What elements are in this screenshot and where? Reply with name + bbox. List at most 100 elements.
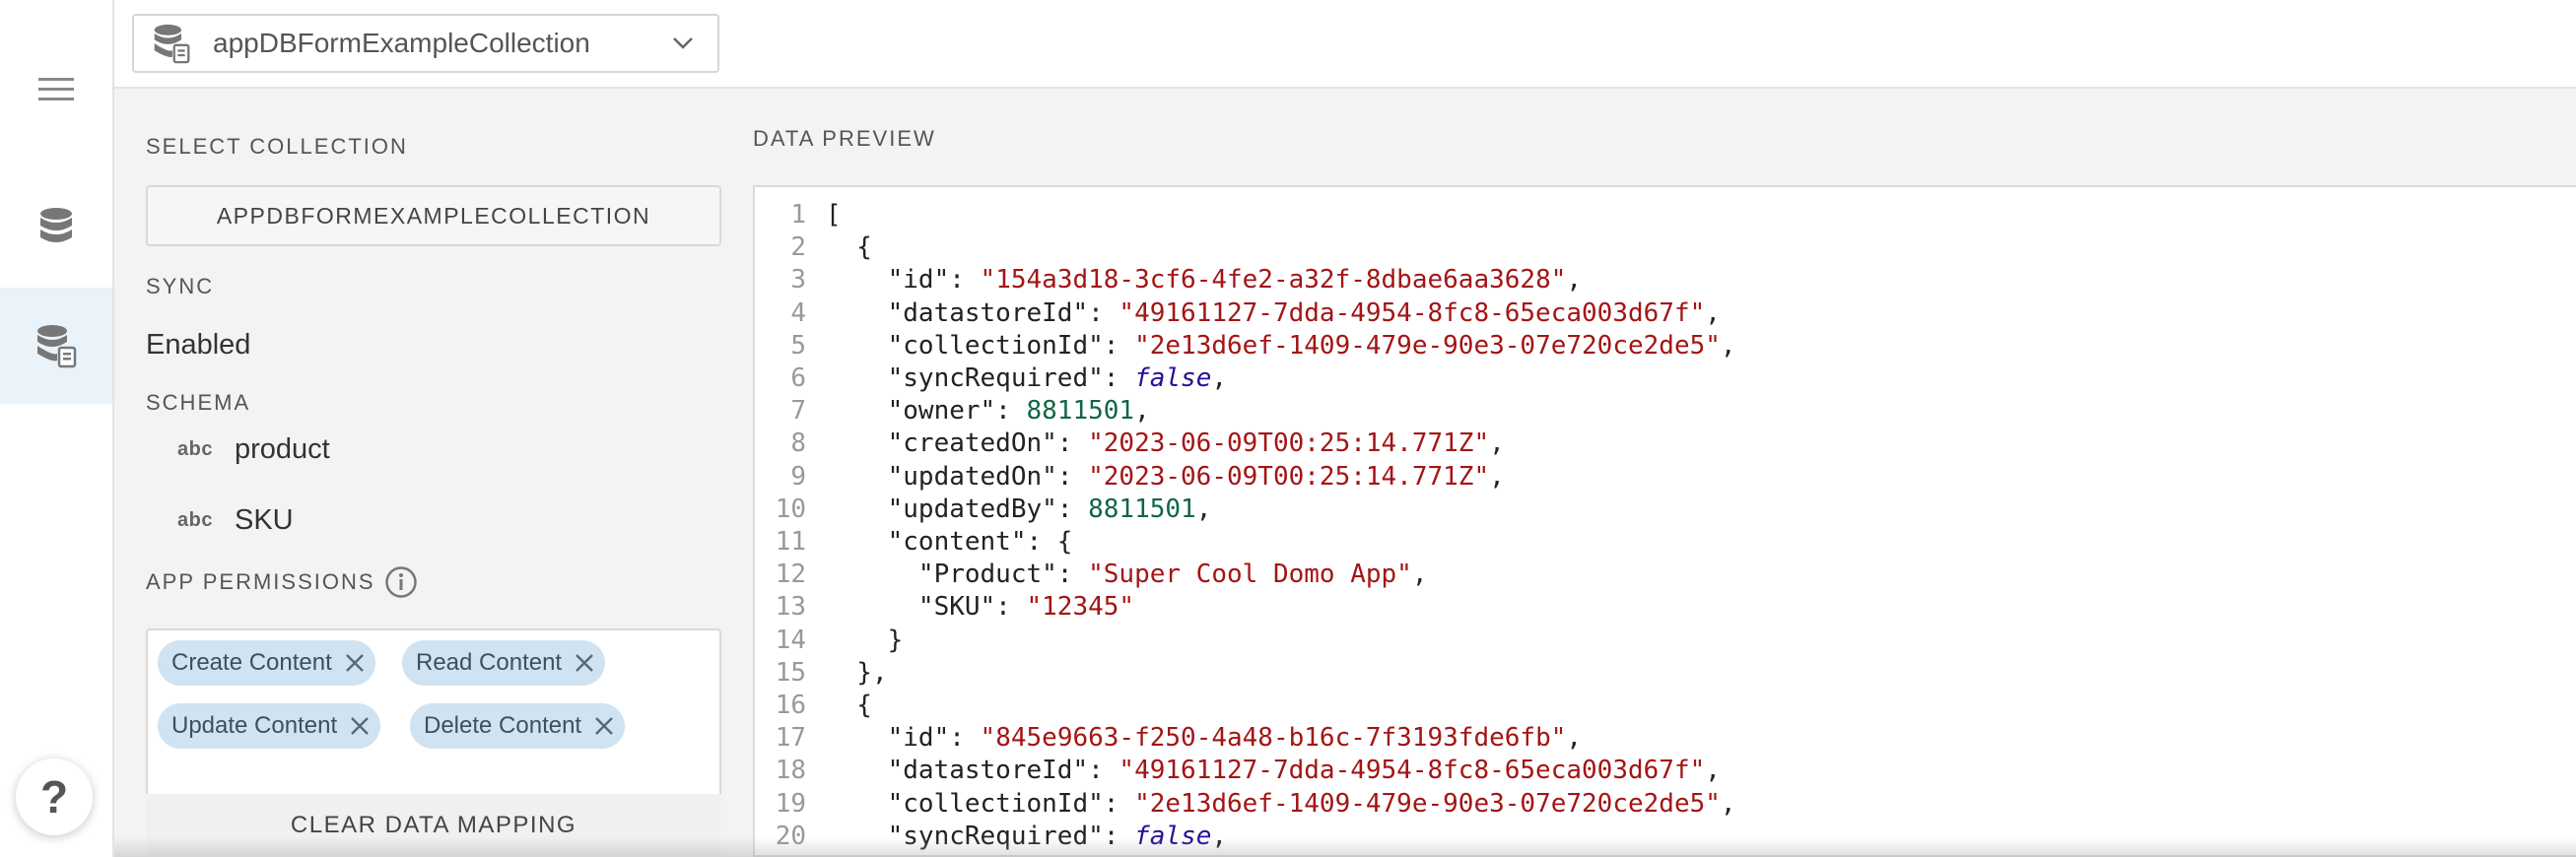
code-token: { bbox=[826, 232, 872, 263]
code-token: "2023-06-09T00:25:14.771Z" bbox=[1088, 428, 1490, 459]
line-number: 2 bbox=[790, 232, 806, 263]
data-preview-label: DATA PREVIEW bbox=[753, 126, 936, 151]
close-icon[interactable] bbox=[344, 652, 366, 674]
code-token: "845e9663-f250-4a48-b16c-7f3193fde6fb" bbox=[980, 723, 1567, 754]
code-token: , bbox=[1705, 756, 1721, 786]
code-token: [ bbox=[826, 200, 842, 230]
permission-chip: Delete Content bbox=[410, 703, 626, 749]
code-token: "syncRequired": bbox=[826, 363, 1135, 393]
line-number: 6 bbox=[790, 363, 806, 393]
code-token: } bbox=[826, 625, 904, 655]
help-button[interactable]: ? bbox=[16, 758, 93, 835]
code-line: 15 }, bbox=[755, 657, 888, 690]
line-code: "content": { bbox=[806, 526, 1073, 559]
datastore-icon[interactable] bbox=[0, 169, 112, 286]
code-token: "id": bbox=[826, 723, 981, 754]
line-number: 15 bbox=[775, 657, 806, 688]
line-code: "owner": 8811501, bbox=[806, 395, 1150, 428]
chevron-down-icon bbox=[672, 36, 694, 50]
line-number: 5 bbox=[790, 330, 806, 361]
top-bar: appDBFormExampleCollection bbox=[114, 0, 2576, 89]
code-token: "Product": bbox=[826, 560, 1089, 590]
line-code: [ bbox=[806, 199, 842, 231]
line-number: 8 bbox=[790, 428, 806, 459]
line-number: 13 bbox=[775, 592, 806, 623]
code-token: , bbox=[1134, 396, 1150, 427]
line-number: 9 bbox=[790, 461, 806, 492]
line-number: 17 bbox=[775, 723, 806, 754]
line-code: { bbox=[806, 231, 872, 264]
code-line: 10 "updatedBy": 8811501, bbox=[755, 494, 1212, 526]
line-code: "syncRequired": false, bbox=[806, 363, 1227, 395]
schema-item: abc product bbox=[177, 433, 330, 466]
schema-label: SCHEMA bbox=[146, 390, 251, 415]
close-icon[interactable] bbox=[593, 715, 615, 737]
line-number: 19 bbox=[775, 788, 806, 819]
code-token: "2e13d6ef-1409-479e-90e3-07e720ce2de5" bbox=[1134, 330, 1721, 361]
code-token: "content": { bbox=[826, 527, 1073, 557]
line-number: 4 bbox=[790, 297, 806, 328]
collection-icon[interactable] bbox=[0, 288, 112, 404]
schema-item-name: SKU bbox=[235, 504, 294, 536]
line-code: "id": "845e9663-f250-4a48-b16c-7f3193fde… bbox=[806, 722, 1582, 755]
code-token: "datastoreId": bbox=[826, 756, 1119, 786]
collection-dropdown[interactable]: appDBFormExampleCollection bbox=[132, 14, 719, 73]
left-rail: ? bbox=[0, 0, 114, 857]
line-number: 10 bbox=[775, 494, 806, 524]
app-permissions-label: APP PERMISSIONS bbox=[146, 569, 375, 594]
select-collection-button[interactable]: APPDBFORMEXAMPLECOLLECTION bbox=[146, 185, 721, 246]
code-line: 18 "datastoreId": "49161127-7dda-4954-8f… bbox=[755, 755, 1721, 787]
code-line: 4 "datastoreId": "49161127-7dda-4954-8fc… bbox=[755, 297, 1721, 330]
line-code: "updatedBy": 8811501, bbox=[806, 494, 1212, 526]
code-token: , bbox=[1720, 788, 1736, 819]
code-line: 5 "collectionId": "2e13d6ef-1409-479e-90… bbox=[755, 330, 1736, 363]
menu-icon[interactable] bbox=[0, 32, 112, 148]
code-token: "49161127-7dda-4954-8fc8-65eca003d67f" bbox=[1119, 756, 1706, 786]
code-token: , bbox=[1489, 461, 1505, 492]
code-token: , bbox=[1705, 297, 1721, 328]
code-token: "2e13d6ef-1409-479e-90e3-07e720ce2de5" bbox=[1134, 788, 1721, 819]
code-token: , bbox=[1489, 428, 1505, 459]
code-line: 9 "updatedOn": "2023-06-09T00:25:14.771Z… bbox=[755, 461, 1505, 494]
permission-chip: Create Content bbox=[158, 640, 375, 686]
line-code: { bbox=[806, 690, 872, 722]
code-token: , bbox=[1211, 363, 1228, 393]
code-token: "SKU": bbox=[826, 592, 1027, 623]
code-token: "2023-06-09T00:25:14.771Z" bbox=[1088, 461, 1490, 492]
code-line: 1[ bbox=[755, 199, 842, 231]
close-icon[interactable] bbox=[574, 652, 595, 674]
data-preview-code[interactable]: 1[2 {3 "id": "154a3d18-3cf6-4fe2-a32f-8d… bbox=[753, 185, 2576, 857]
code-line: 3 "id": "154a3d18-3cf6-4fe2-a32f-8dbae6a… bbox=[755, 264, 1582, 297]
code-token: "12345" bbox=[1026, 592, 1135, 623]
line-code: "id": "154a3d18-3cf6-4fe2-a32f-8dbae6aa3… bbox=[806, 264, 1582, 297]
line-code: "datastoreId": "49161127-7dda-4954-8fc8-… bbox=[806, 297, 1721, 330]
code-token: "collectionId": bbox=[826, 330, 1135, 361]
code-token: , bbox=[1566, 265, 1583, 296]
code-line: 16 { bbox=[755, 690, 872, 722]
sync-value: Enabled bbox=[146, 329, 251, 361]
line-code: } bbox=[806, 625, 904, 657]
code-token: { bbox=[826, 691, 872, 720]
permission-chip-label: Create Content bbox=[171, 649, 332, 676]
line-number: 16 bbox=[775, 691, 806, 720]
schema-item: abc SKU bbox=[177, 504, 294, 537]
code-token: }, bbox=[826, 657, 888, 688]
code-line: 11 "content": { bbox=[755, 526, 1073, 559]
code-token: 8811501 bbox=[1026, 396, 1135, 427]
info-icon[interactable] bbox=[384, 565, 418, 599]
line-number: 18 bbox=[775, 756, 806, 786]
code-line: 13 "SKU": "12345" bbox=[755, 591, 1134, 624]
code-token: "datastoreId": bbox=[826, 297, 1119, 328]
line-code: "SKU": "12345" bbox=[806, 591, 1134, 624]
text-type-icon: abc bbox=[177, 438, 213, 460]
text-type-icon: abc bbox=[177, 509, 213, 531]
close-icon[interactable] bbox=[349, 715, 371, 737]
code-line: 2 { bbox=[755, 231, 872, 264]
code-token: "updatedOn": bbox=[826, 461, 1089, 492]
code-token: "collectionId": bbox=[826, 788, 1135, 819]
line-code: "collectionId": "2e13d6ef-1409-479e-90e3… bbox=[806, 330, 1736, 363]
code-line: 8 "createdOn": "2023-06-09T00:25:14.771Z… bbox=[755, 428, 1505, 460]
code-line: 17 "id": "845e9663-f250-4a48-b16c-7f3193… bbox=[755, 722, 1582, 755]
line-code: "createdOn": "2023-06-09T00:25:14.771Z", bbox=[806, 428, 1505, 460]
code-token: "owner": bbox=[826, 396, 1027, 427]
